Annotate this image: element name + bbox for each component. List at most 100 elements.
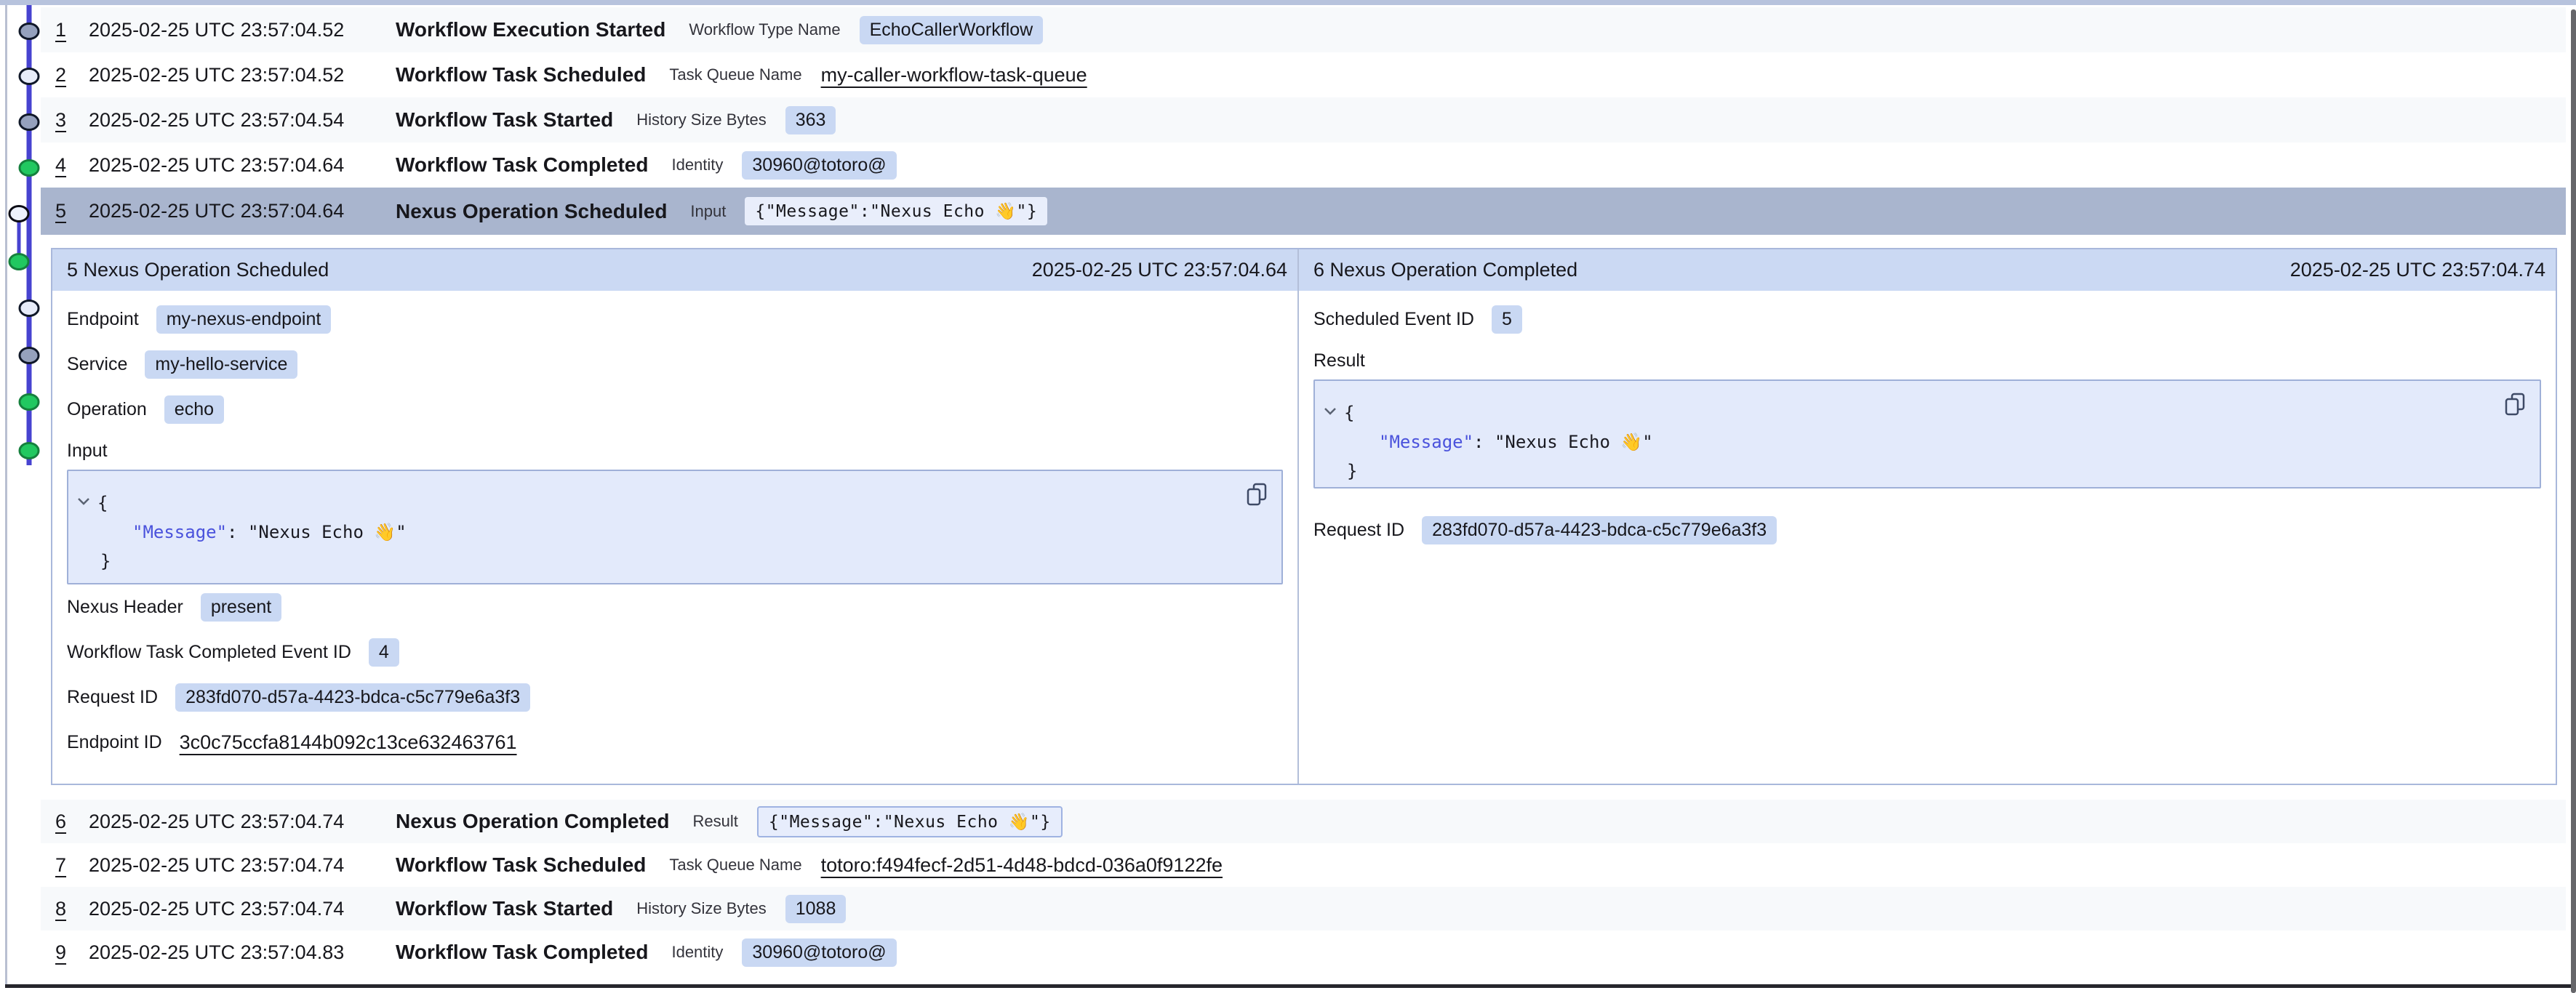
json-key: "Message": [1379, 432, 1473, 452]
event-number-link[interactable]: 3: [55, 109, 89, 132]
service-badge: my-hello-service: [145, 350, 297, 379]
json-value: "Nexus Echo 👋": [1495, 432, 1653, 452]
event-attr-label: Identity: [671, 156, 723, 174]
event-number-link[interactable]: 2: [55, 64, 89, 87]
json-brace: {: [1344, 403, 1354, 423]
request-id-badge: 283fd070-d57a-4423-bdca-c5c779e6a3f3: [175, 683, 530, 712]
json-line: {: [1344, 398, 2540, 427]
event-attr-value-badge: 1088: [785, 895, 847, 923]
event-result-json-pill: {"Message":"Nexus Echo 👋"}: [757, 806, 1063, 837]
field-label: Nexus Header: [67, 597, 183, 618]
timeline-node-end: [20, 443, 39, 459]
event-timestamp: 2025-02-25 UTC 23:57:04.74: [89, 811, 396, 833]
timeline-node-1: [20, 24, 39, 39]
event-attr-value-badge: 30960@totoro@: [742, 151, 896, 180]
field-label: Scheduled Event ID: [1313, 309, 1474, 330]
copy-icon[interactable]: [1245, 481, 1268, 510]
event-row-8[interactable]: 8 2025-02-25 UTC 23:57:04.74 Workflow Ta…: [41, 887, 2566, 930]
event-number-link[interactable]: 8: [55, 898, 89, 920]
event-attr-label: Identity: [671, 943, 723, 962]
field-result-label: Result: [1313, 342, 2541, 379]
event-detail-group: 5 Nexus Operation Scheduled 2025-02-25 U…: [51, 248, 2557, 785]
event-name: Workflow Task Scheduled: [396, 853, 646, 877]
event-timestamp: 2025-02-25 UTC 23:57:04.54: [89, 109, 396, 132]
json-brace: {: [97, 493, 108, 513]
event-row-7[interactable]: 7 2025-02-25 UTC 23:57:04.74 Workflow Ta…: [41, 843, 2566, 887]
detail-panel-nexus-scheduled: 5 Nexus Operation Scheduled 2025-02-25 U…: [52, 249, 1297, 784]
event-name: Workflow Task Scheduled: [396, 63, 646, 87]
json-colon: :: [227, 522, 248, 542]
table-bottom-border: [5, 984, 2572, 988]
event-name: Workflow Task Completed: [396, 941, 648, 964]
detail-panel-nexus-completed: 6 Nexus Operation Completed 2025-02-25 U…: [1297, 249, 2556, 784]
json-brace: }: [100, 551, 111, 571]
detail-body: Scheduled Event ID 5 Result { "Message":…: [1299, 291, 2556, 552]
wtc-event-id-badge: 4: [369, 638, 399, 667]
timeline-node-9: [20, 395, 39, 410]
timeline-node-5-branch: [9, 206, 28, 222]
timeline-node-6-branch: [9, 254, 28, 270]
json-key: "Message": [132, 522, 227, 542]
event-attr-label: Task Queue Name: [669, 856, 801, 875]
task-queue-link[interactable]: totoro:f494fecf-2d51-4d48-bdcd-036a0f912…: [821, 854, 1223, 877]
collapse-chevron-icon[interactable]: [77, 497, 90, 506]
detail-header-title: 5 Nexus Operation Scheduled: [67, 259, 329, 281]
table-top-border: [0, 0, 2576, 5]
event-timestamp: 2025-02-25 UTC 23:57:04.64: [89, 200, 396, 222]
field-input-label: Input: [67, 432, 1283, 470]
detail-header-timestamp: 2025-02-25 UTC 23:57:04.74: [2290, 259, 2545, 281]
event-row-2[interactable]: 2 2025-02-25 UTC 23:57:04.52 Workflow Ta…: [41, 52, 2566, 97]
event-attr-label: Workflow Type Name: [689, 20, 840, 39]
event-row-9[interactable]: 9 2025-02-25 UTC 23:57:04.83 Workflow Ta…: [41, 930, 2566, 974]
event-name: Workflow Execution Started: [396, 18, 665, 41]
task-queue-link[interactable]: my-caller-workflow-task-queue: [821, 64, 1087, 87]
field-endpoint-id: Endpoint ID 3c0c75ccfa8144b092c13ce63246…: [67, 720, 1283, 765]
event-row-1[interactable]: 1 2025-02-25 UTC 23:57:04.52 Workflow Ex…: [41, 7, 2566, 52]
event-row-4[interactable]: 4 2025-02-25 UTC 23:57:04.64 Workflow Ta…: [41, 142, 2566, 188]
timeline-node-3: [20, 115, 39, 130]
event-number-link[interactable]: 6: [55, 811, 89, 833]
collapse-chevron-icon[interactable]: [1324, 407, 1337, 416]
field-nexus-header: Nexus Header present: [67, 584, 1283, 630]
event-timestamp: 2025-02-25 UTC 23:57:04.52: [89, 64, 396, 87]
input-json-viewer: { "Message": "Nexus Echo 👋" }: [67, 470, 1283, 584]
event-timestamp: 2025-02-25 UTC 23:57:04.74: [89, 898, 396, 920]
field-label: Request ID: [67, 687, 158, 708]
event-attr-label: History Size Bytes: [636, 899, 767, 918]
vertical-scrollbar[interactable]: [2571, 9, 2576, 993]
json-line: "Message": "Nexus Echo 👋": [132, 518, 1281, 547]
event-number-link[interactable]: 5: [55, 200, 89, 222]
event-row-5-selected[interactable]: 5 2025-02-25 UTC 23:57:04.64 Nexus Opera…: [41, 188, 2566, 235]
event-attr-value-badge: EchoCallerWorkflow: [860, 16, 1044, 44]
field-label: Operation: [67, 399, 147, 420]
operation-badge: echo: [164, 395, 224, 424]
field-label: Endpoint: [67, 309, 139, 330]
event-number-link[interactable]: 1: [55, 19, 89, 41]
event-timestamp: 2025-02-25 UTC 23:57:04.52: [89, 19, 396, 41]
detail-header: 6 Nexus Operation Completed 2025-02-25 U…: [1299, 249, 2556, 291]
field-label: Endpoint ID: [67, 732, 162, 753]
timeline-node-2: [20, 69, 39, 84]
event-name: Workflow Task Started: [396, 897, 613, 920]
event-number-link[interactable]: 9: [55, 941, 89, 964]
copy-icon[interactable]: [2503, 391, 2527, 419]
endpoint-id-link[interactable]: 3c0c75ccfa8144b092c13ce632463761: [180, 731, 517, 754]
field-service: Service my-hello-service: [67, 342, 1283, 387]
field-label: Result: [1313, 350, 1365, 371]
json-line: {: [97, 489, 1281, 518]
workflow-history-view: 1 2025-02-25 UTC 23:57:04.52 Workflow Ex…: [0, 0, 2576, 993]
event-number-link[interactable]: 7: [55, 854, 89, 877]
timeline-node-8: [20, 348, 39, 363]
field-endpoint: Endpoint my-nexus-endpoint: [67, 297, 1283, 342]
event-row-3[interactable]: 3 2025-02-25 UTC 23:57:04.54 Workflow Ta…: [41, 97, 2566, 142]
field-operation: Operation echo: [67, 387, 1283, 432]
detail-body: Endpoint my-nexus-endpoint Service my-he…: [52, 291, 1297, 765]
detail-header-timestamp: 2025-02-25 UTC 23:57:04.64: [1032, 259, 1287, 281]
event-number-link[interactable]: 4: [55, 154, 89, 177]
event-timeline-graph: [0, 0, 44, 480]
field-label: Workflow Task Completed Event ID: [67, 642, 351, 663]
event-row-6[interactable]: 6 2025-02-25 UTC 23:57:04.74 Nexus Opera…: [41, 800, 2566, 843]
event-timestamp: 2025-02-25 UTC 23:57:04.74: [89, 854, 396, 877]
event-name: Nexus Operation Scheduled: [396, 200, 667, 223]
event-attr-label: Task Queue Name: [669, 65, 801, 84]
